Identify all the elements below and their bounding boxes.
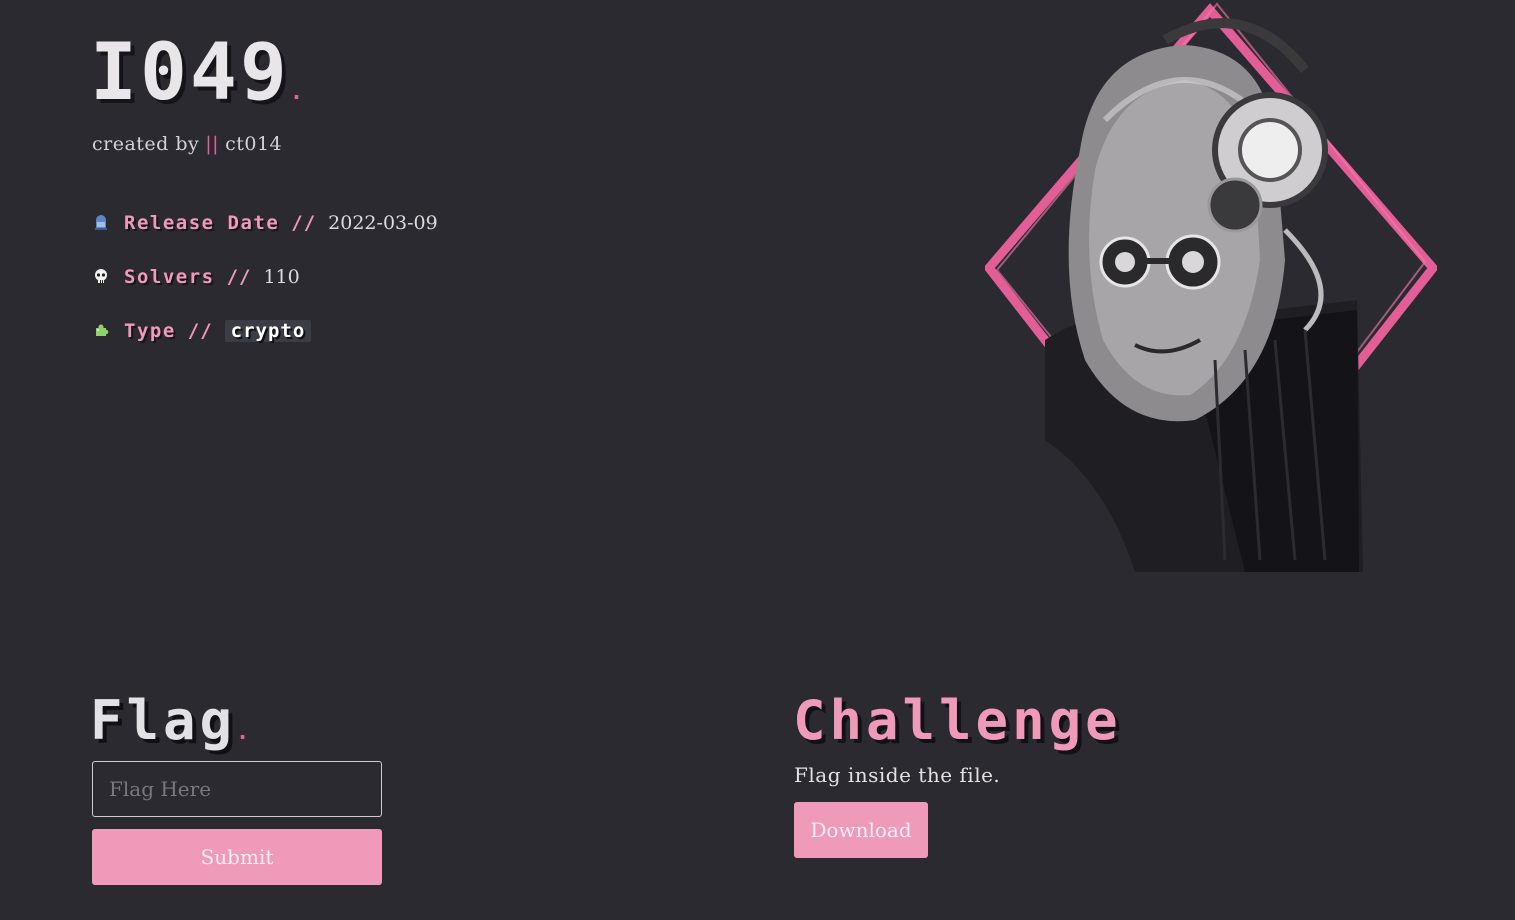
solvers-label: Solvers bbox=[124, 266, 215, 288]
challenge-meta: Release Date // 2022-03-09 Solvers // 11… bbox=[92, 196, 438, 358]
type-label: Type bbox=[124, 320, 176, 342]
meta-solvers: Solvers // 110 bbox=[92, 250, 438, 304]
challenge-description: Flag inside the file. bbox=[794, 763, 1001, 787]
solvers-value: 110 bbox=[263, 266, 300, 288]
skull-icon bbox=[92, 268, 110, 286]
submit-button[interactable]: Submit bbox=[92, 829, 382, 885]
created-by-label: created by bbox=[92, 133, 200, 155]
type-value-badge: crypto bbox=[224, 320, 312, 342]
challenge-title: I049. bbox=[90, 34, 306, 112]
challenge-page: I049. created by || ct014 Release Date // … bbox=[0, 0, 1515, 920]
meta-type: Type // crypto bbox=[92, 304, 438, 358]
challenge-artwork bbox=[983, 0, 1439, 572]
release-date-label: Release Date bbox=[124, 212, 280, 234]
flag-section-title: Flag. bbox=[90, 694, 253, 748]
release-date-separator: // bbox=[291, 212, 317, 234]
meta-release-date: Release Date // 2022-03-09 bbox=[92, 196, 438, 250]
solvers-separator: // bbox=[226, 266, 252, 288]
release-date-value: 2022-03-09 bbox=[328, 212, 438, 234]
challenge-title-text: I049 bbox=[90, 28, 290, 118]
type-separator: // bbox=[187, 320, 213, 342]
download-button[interactable]: Download bbox=[794, 802, 928, 858]
created-by-separator: || bbox=[205, 133, 220, 155]
tombstone-icon bbox=[92, 214, 110, 232]
creator-line: created by || ct014 bbox=[92, 133, 282, 155]
title-dot: . bbox=[289, 80, 307, 105]
puzzle-icon bbox=[92, 322, 110, 340]
author-name: ct014 bbox=[225, 133, 283, 155]
flag-input[interactable] bbox=[92, 761, 382, 817]
flag-title-text: Flag bbox=[90, 689, 237, 752]
flag-title-dot: . bbox=[236, 720, 254, 745]
challenge-section-title: Challenge bbox=[793, 689, 1122, 752]
